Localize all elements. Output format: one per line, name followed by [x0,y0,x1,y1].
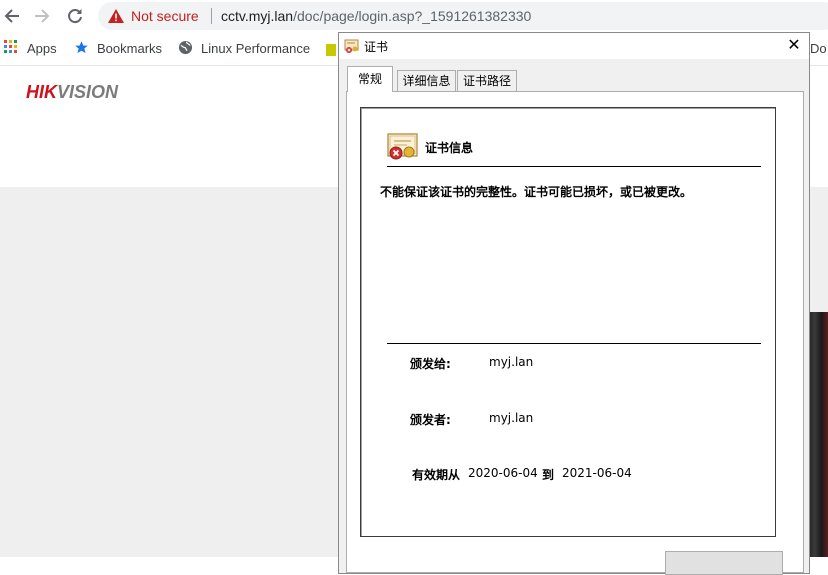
dialog-titlebar[interactable]: 证书 ✕ [339,33,809,59]
tab-certification-path[interactable]: 证书路径 [457,70,517,91]
logo-part-gray: VISION [57,82,119,102]
apps-grid-icon [4,40,17,53]
bookmark-linux-performance[interactable]: Linux Performance [201,41,310,56]
install-certificate-button[interactable] [665,551,783,575]
tab-general[interactable]: 常规 [347,66,393,92]
issued-to-label: 颁发给: [410,357,451,371]
title-divider [387,166,761,167]
forward-button[interactable] [31,5,53,27]
dialog-title: 证书 [364,40,389,54]
url-text[interactable]: cctv.myj.lan/doc/page/login.asp?_1591261… [221,8,531,24]
address-bar[interactable]: Not secure cctv.myj.lan/doc/page/login.a… [98,2,828,30]
back-arrow-icon [4,9,19,23]
issued-to-value[interactable]: myj.lan [489,355,533,369]
not-secure-label[interactable]: Not secure [131,8,199,24]
validity-label: 有效期从 [412,468,461,482]
issued-by-label: 颁发者: [410,413,451,427]
omnibox-divider [211,8,212,24]
reload-icon [68,9,82,24]
logo-part-red: HIK [26,82,57,102]
valid-to-value: 2021-06-04 [562,466,632,480]
warning-triangle-icon [108,9,124,23]
bookmark-apps[interactable]: Apps [27,41,57,56]
certificate-icon [344,39,359,53]
back-button[interactable] [1,5,23,27]
bookmark-favicon-icon [326,44,336,56]
url-path: /doc/page/login.asp?_1591261382330 [293,8,532,24]
certificate-info-title: 证书信息 [425,141,474,155]
reload-button[interactable] [64,5,86,27]
bookmark-partial[interactable]: Do [810,41,827,56]
certificate-dialog: 证书 ✕ 常规 详细信息 证书路径 证书信息 不能保证该证书的完整性。证书可能已… [338,32,810,575]
bookmark-bookmarks[interactable]: Bookmarks [97,41,162,56]
browser-toolbar: Not secure cctv.myj.lan/doc/page/login.a… [0,0,828,33]
valid-from-value: 2020-06-04 [468,466,538,480]
details-divider [387,343,761,344]
forward-arrow-icon [35,9,50,23]
close-icon: ✕ [787,35,801,54]
star-icon [75,41,88,54]
issued-by-value[interactable]: myj.lan [489,411,533,425]
globe-icon [178,40,193,55]
validity-to-label: 到 [542,468,555,482]
hikvision-logo: HIKVISION [26,82,118,103]
close-button[interactable]: ✕ [780,33,808,57]
integrity-warning-text: 不能保证该证书的完整性。证书可能已损坏，或已被更改。 [380,185,693,199]
certificate-error-icon [387,133,418,160]
tab-details[interactable]: 详细信息 [397,70,456,91]
url-host: cctv.myj.lan [221,8,294,24]
